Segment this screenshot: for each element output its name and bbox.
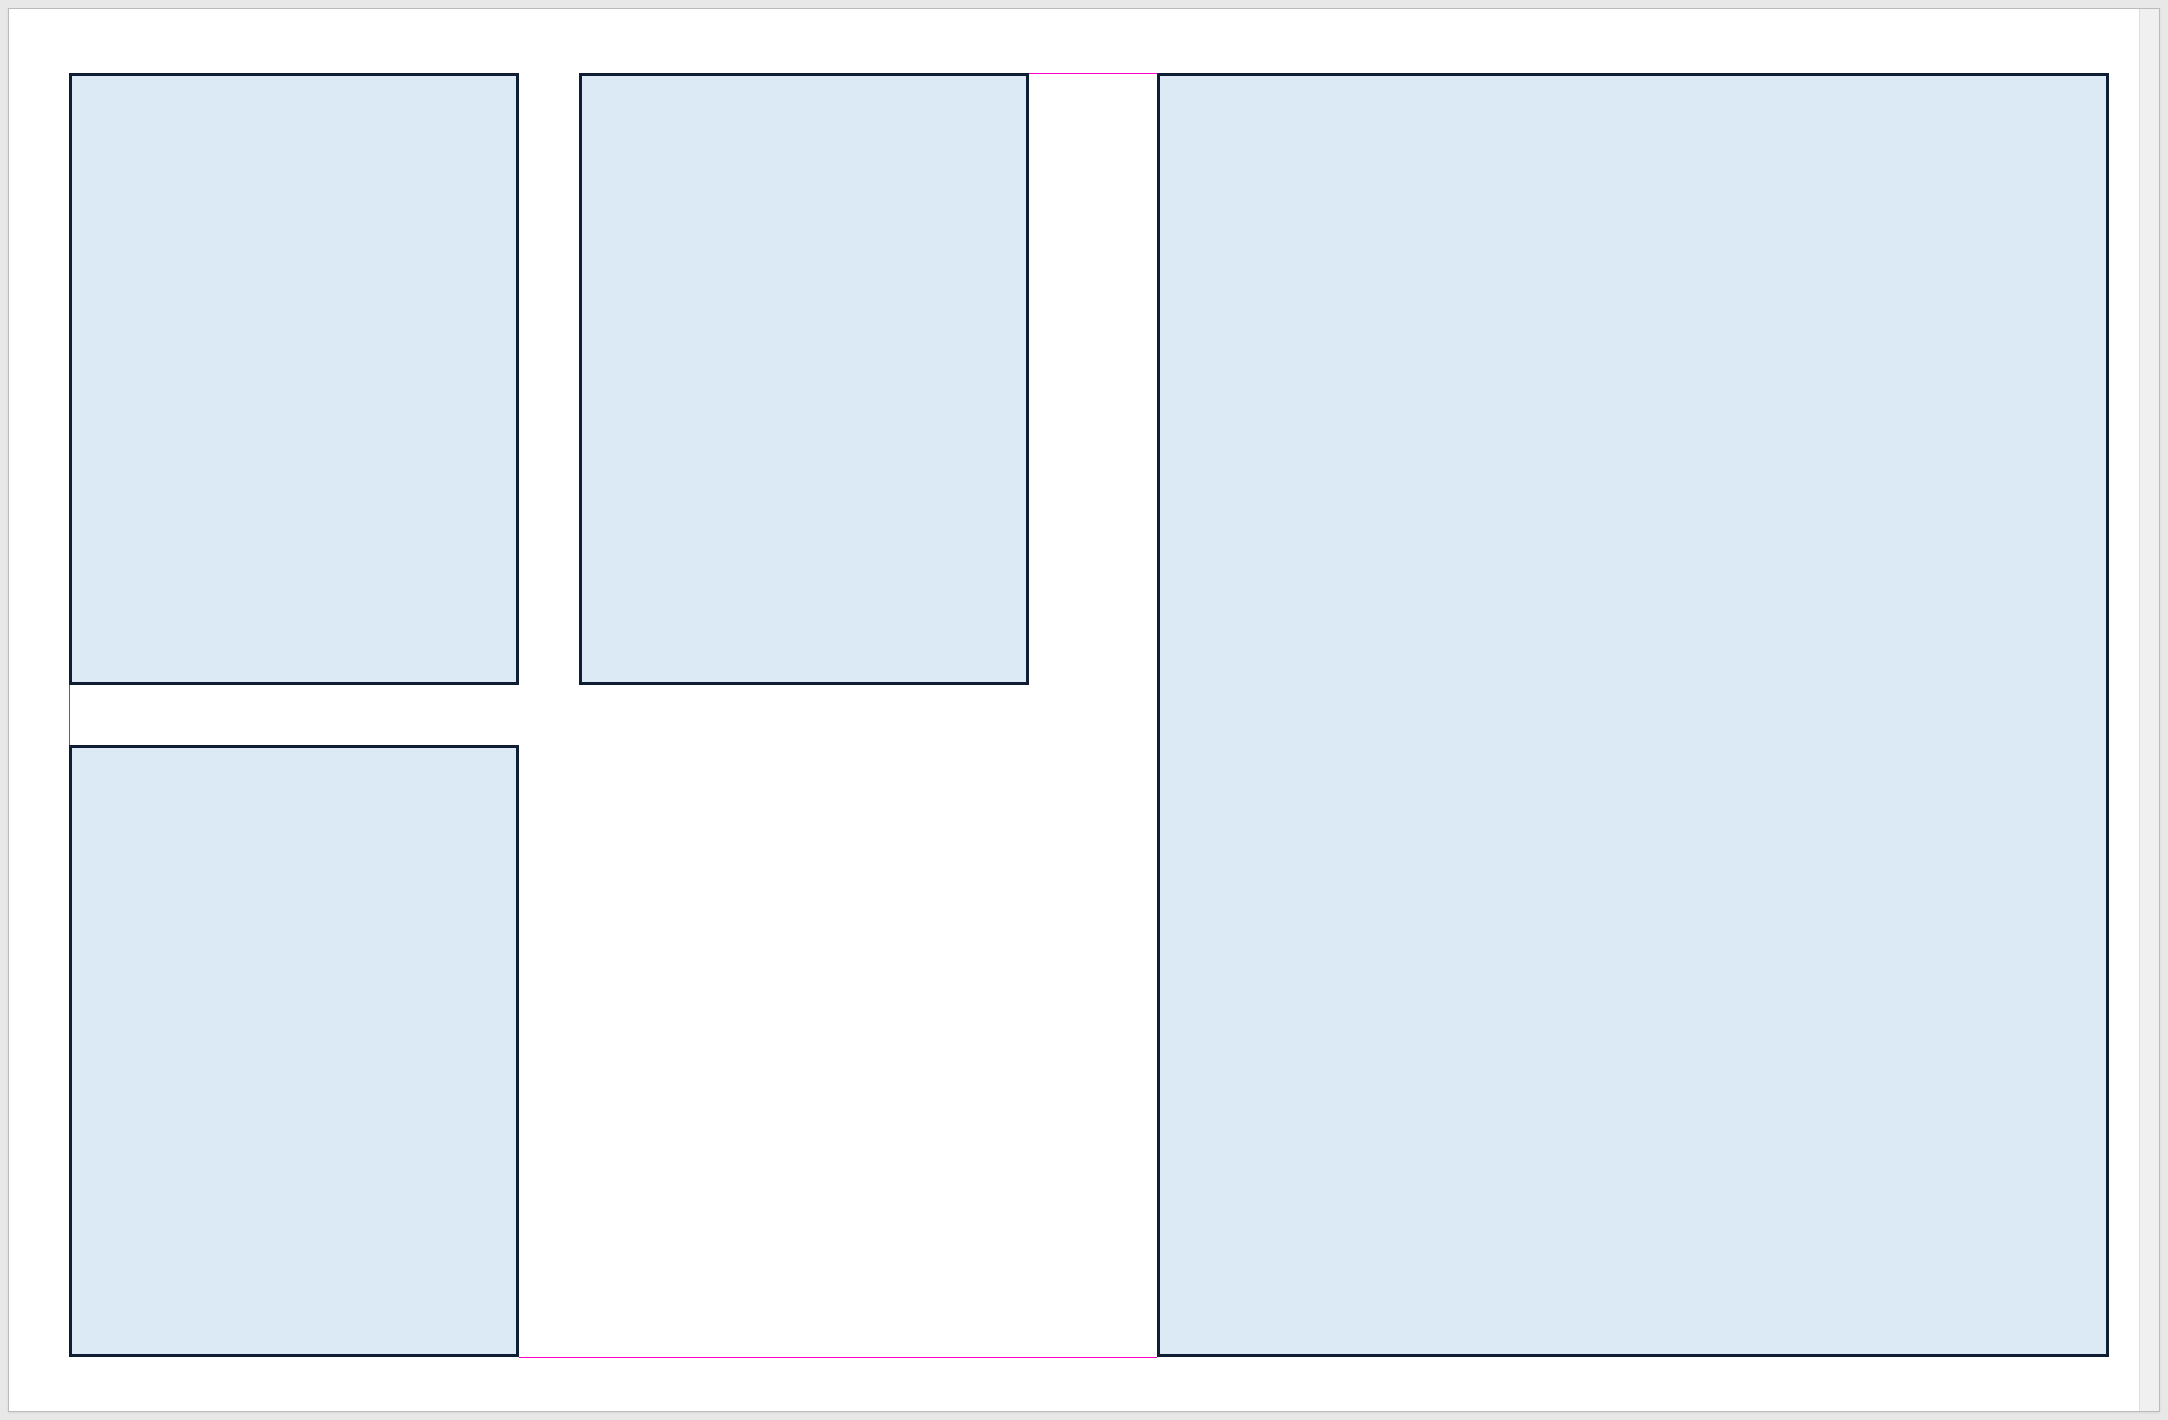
- image-frame-1[interactable]: [69, 73, 519, 685]
- image-frame-4[interactable]: [1157, 73, 2109, 1357]
- alignment-guide-top: [1029, 73, 1157, 74]
- vertical-scrollbar-track[interactable]: [2139, 9, 2159, 1411]
- document-canvas[interactable]: [8, 8, 2160, 1412]
- alignment-guide-left: [69, 685, 70, 745]
- image-frame-2[interactable]: [579, 73, 1029, 685]
- image-frame-3[interactable]: [69, 745, 519, 1357]
- alignment-guide-bottom: [519, 1357, 1157, 1358]
